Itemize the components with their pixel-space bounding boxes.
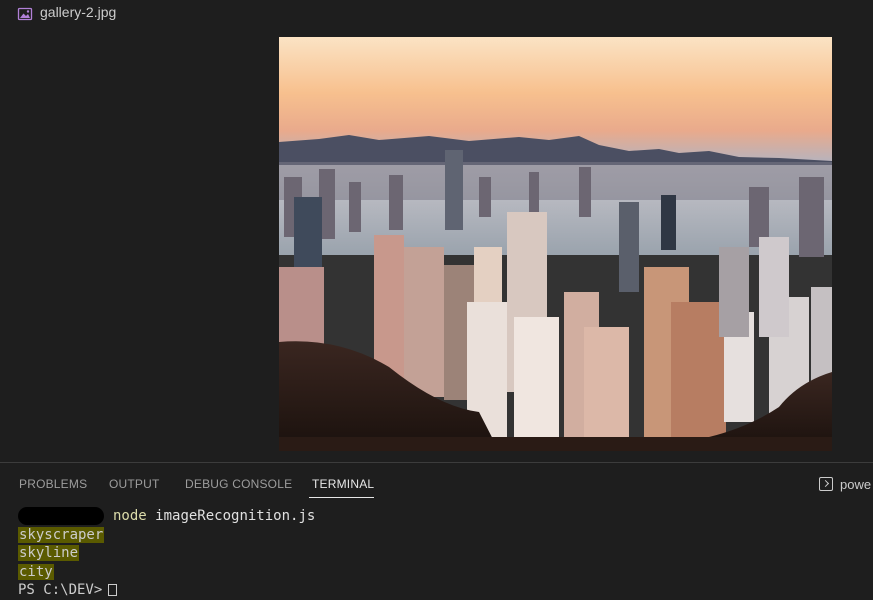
command-keyword: node	[113, 508, 147, 524]
tab-debug-console[interactable]: DEBUG CONSOLE	[185, 477, 292, 491]
prompt-text: PS C:\DEV>	[18, 582, 103, 598]
output-label: city	[18, 563, 54, 580]
tab-terminal[interactable]: TERMINAL	[312, 477, 374, 491]
redacted-prompt	[18, 507, 104, 525]
editor-tab-header: gallery-2.jpg	[0, 0, 873, 30]
shell-selector-label[interactable]: powe	[840, 477, 871, 492]
image-preview	[279, 37, 832, 451]
active-tab-indicator	[309, 497, 374, 498]
prompt-line: PS C:\DEV>	[18, 581, 315, 600]
tab-output[interactable]: OUTPUT	[109, 477, 160, 491]
command-line: node imageRecognition.js	[18, 507, 315, 526]
image-file-icon	[17, 7, 33, 21]
command-argument: imageRecognition.js	[155, 508, 316, 524]
file-name[interactable]: gallery-2.jpg	[40, 4, 116, 20]
bottom-panel: PROBLEMS OUTPUT DEBUG CONSOLE TERMINAL p…	[0, 462, 873, 598]
output-label: skyline	[18, 545, 80, 561]
output-line: skyline	[18, 544, 315, 563]
output-line: city	[18, 563, 315, 582]
panel-tab-bar: PROBLEMS OUTPUT DEBUG CONSOLE TERMINAL p…	[0, 463, 873, 503]
tab-problems[interactable]: PROBLEMS	[19, 477, 87, 491]
terminal-output[interactable]: node imageRecognition.js skyscraper skyl…	[18, 507, 315, 600]
terminal-cursor	[108, 584, 118, 596]
terminal-shell-icon[interactable]	[819, 477, 833, 491]
output-line: skyscraper	[18, 526, 315, 545]
output-label: skyscraper	[18, 526, 105, 543]
